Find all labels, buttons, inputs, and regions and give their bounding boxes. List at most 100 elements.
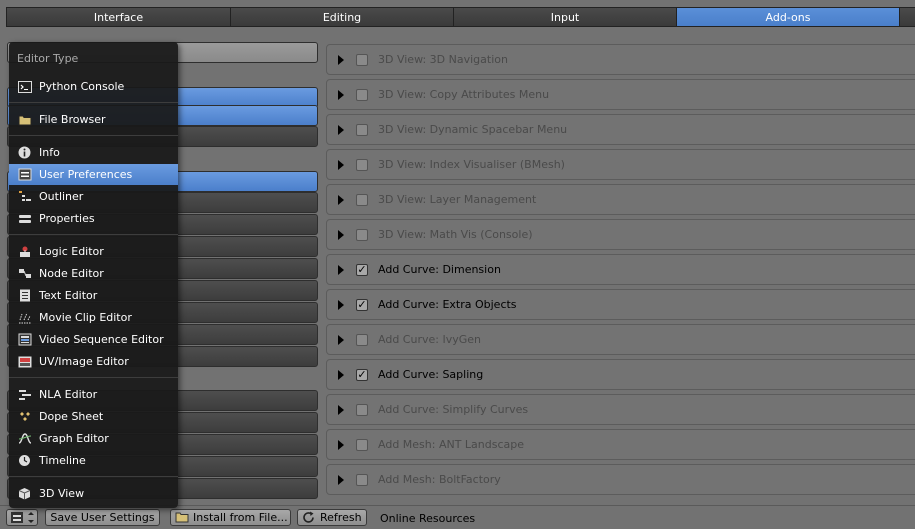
tab-input[interactable]: Input [453, 7, 676, 27]
menu-item-properties[interactable]: Properties [9, 208, 178, 229]
tab-overflow[interactable] [899, 7, 915, 27]
addon-label: Add Curve: Sapling [378, 368, 484, 381]
menu-item-user-preferences[interactable]: User Preferences [9, 164, 178, 185]
addon-checkbox[interactable] [356, 333, 368, 346]
sequencer-icon [17, 333, 32, 346]
graph-icon [17, 432, 32, 445]
folder-icon [175, 512, 189, 523]
menu-item-uv-image-editor[interactable]: UV/Image Editor [9, 351, 178, 372]
addon-row[interactable]: Add Mesh: ANT Landscape [326, 429, 915, 460]
addon-row[interactable]: ✓ Add Curve: Dimension [326, 254, 915, 285]
editor-type-button[interactable] [6, 509, 38, 526]
expand-arrow-icon[interactable] [338, 369, 344, 380]
addon-row[interactable]: 3D View: Index Visualiser (BMesh) [326, 149, 915, 180]
expand-arrow-icon[interactable] [338, 299, 344, 310]
expand-arrow-icon[interactable] [338, 404, 344, 415]
save-user-settings-button[interactable]: Save User Settings [45, 509, 160, 526]
menu-item-dope-sheet[interactable]: Dope Sheet [9, 406, 178, 427]
expand-arrow-icon[interactable] [338, 334, 344, 345]
expand-arrow-icon[interactable] [338, 439, 344, 450]
addons-list: 3D View: 3D Navigation 3D View: Copy Att… [326, 44, 915, 504]
text-icon [17, 289, 32, 302]
online-resources-link[interactable]: Online Resources [380, 512, 475, 525]
expand-arrow-icon[interactable] [338, 194, 344, 205]
addon-checkbox[interactable] [356, 473, 368, 486]
addon-checkbox-checked[interactable]: ✓ [356, 368, 368, 381]
logic-icon [17, 245, 32, 258]
addon-row[interactable]: 3D View: Layer Management [326, 184, 915, 215]
menu-item-movie-clip-editor[interactable]: Movie Clip Editor [9, 307, 178, 328]
menu-item-timeline[interactable]: Timeline [9, 450, 178, 471]
addon-row[interactable]: 3D View: 3D Navigation [326, 44, 915, 75]
addon-checkbox-checked[interactable]: ✓ [356, 263, 368, 276]
menu-item-label: Outliner [39, 190, 84, 203]
addon-row[interactable]: Add Curve: Simplify Curves [326, 394, 915, 425]
tab-addons[interactable]: Add-ons [676, 7, 899, 27]
timeline-icon [17, 454, 32, 467]
addon-row[interactable]: 3D View: Dynamic Spacebar Menu [326, 114, 915, 145]
expand-arrow-icon[interactable] [338, 54, 344, 65]
addon-row[interactable]: 3D View: Math Vis (Console) [326, 219, 915, 250]
addon-checkbox[interactable] [356, 53, 368, 66]
install-from-file-button[interactable]: Install from File... [170, 509, 291, 526]
menu-item-label: NLA Editor [39, 388, 98, 401]
bottom-bar: Save User Settings Install from File... … [0, 505, 915, 529]
menu-item-text-editor[interactable]: Text Editor [9, 285, 178, 306]
addon-checkbox-checked[interactable]: ✓ [356, 298, 368, 311]
addon-checkbox[interactable] [356, 228, 368, 241]
menu-separator [9, 102, 178, 103]
expand-arrow-icon[interactable] [338, 474, 344, 485]
menu-item-python-console[interactable]: Python Console [9, 76, 178, 97]
menu-item-outliner[interactable]: Outliner [9, 186, 178, 207]
menu-item-file-browser[interactable]: File Browser [9, 109, 178, 130]
info-icon [17, 146, 32, 159]
addon-checkbox[interactable] [356, 88, 368, 101]
addon-label: 3D View: Copy Attributes Menu [378, 88, 550, 101]
addon-row[interactable]: 3D View: Copy Attributes Menu [326, 79, 915, 110]
editor-type-menu: Editor Type Python Console File Browser … [9, 42, 178, 508]
addon-row[interactable]: Add Mesh: BoltFactory [326, 464, 915, 495]
addon-checkbox[interactable] [356, 438, 368, 451]
python-console-icon [17, 80, 32, 93]
refresh-button[interactable]: Refresh [297, 509, 367, 526]
addon-label: 3D View: Math Vis (Console) [378, 228, 533, 241]
menu-item-info[interactable]: Info [9, 142, 178, 163]
addon-label: Add Curve: Extra Objects [378, 298, 517, 311]
menu-separator [9, 476, 178, 477]
outliner-icon [17, 190, 32, 203]
expand-arrow-icon[interactable] [338, 229, 344, 240]
refresh-icon [303, 511, 314, 523]
addon-label: Add Curve: Dimension [378, 263, 501, 276]
expand-arrow-icon[interactable] [338, 159, 344, 170]
menu-item-label: Timeline [39, 454, 86, 467]
tab-interface[interactable]: Interface [6, 7, 230, 27]
addon-checkbox[interactable] [356, 158, 368, 171]
clip-icon [17, 311, 32, 324]
expand-arrow-icon[interactable] [338, 124, 344, 135]
tab-editing[interactable]: Editing [230, 7, 453, 27]
addon-row[interactable]: ✓ Add Curve: Extra Objects [326, 289, 915, 320]
menu-item-label: Dope Sheet [39, 410, 104, 423]
expand-arrow-icon[interactable] [338, 89, 344, 100]
menu-item-node-editor[interactable]: Node Editor [9, 263, 178, 284]
addon-row[interactable]: Add Curve: IvyGen [326, 324, 915, 355]
menu-item-logic-editor[interactable]: Logic Editor [9, 241, 178, 262]
refresh-label: Refresh [320, 511, 362, 524]
menu-item-nla-editor[interactable]: NLA Editor [9, 384, 178, 405]
addon-checkbox[interactable] [356, 193, 368, 206]
menu-separator [9, 135, 178, 136]
preferences-icon [11, 512, 34, 523]
addon-checkbox[interactable] [356, 123, 368, 136]
menu-item-label: Node Editor [39, 267, 104, 280]
menu-title: Editor Type [17, 52, 79, 65]
menu-item-video-sequence-editor[interactable]: Video Sequence Editor [9, 329, 178, 350]
expand-arrow-icon[interactable] [338, 264, 344, 275]
addon-checkbox[interactable] [356, 403, 368, 416]
menu-item-3d-view[interactable]: 3D View [9, 483, 178, 504]
menu-item-graph-editor[interactable]: Graph Editor [9, 428, 178, 449]
addon-row[interactable]: ✓ Add Curve: Sapling [326, 359, 915, 390]
menu-item-label: Properties [39, 212, 95, 225]
menu-item-label: Video Sequence Editor [39, 333, 164, 346]
preferences-icon [17, 168, 32, 181]
menu-item-label: UV/Image Editor [39, 355, 129, 368]
